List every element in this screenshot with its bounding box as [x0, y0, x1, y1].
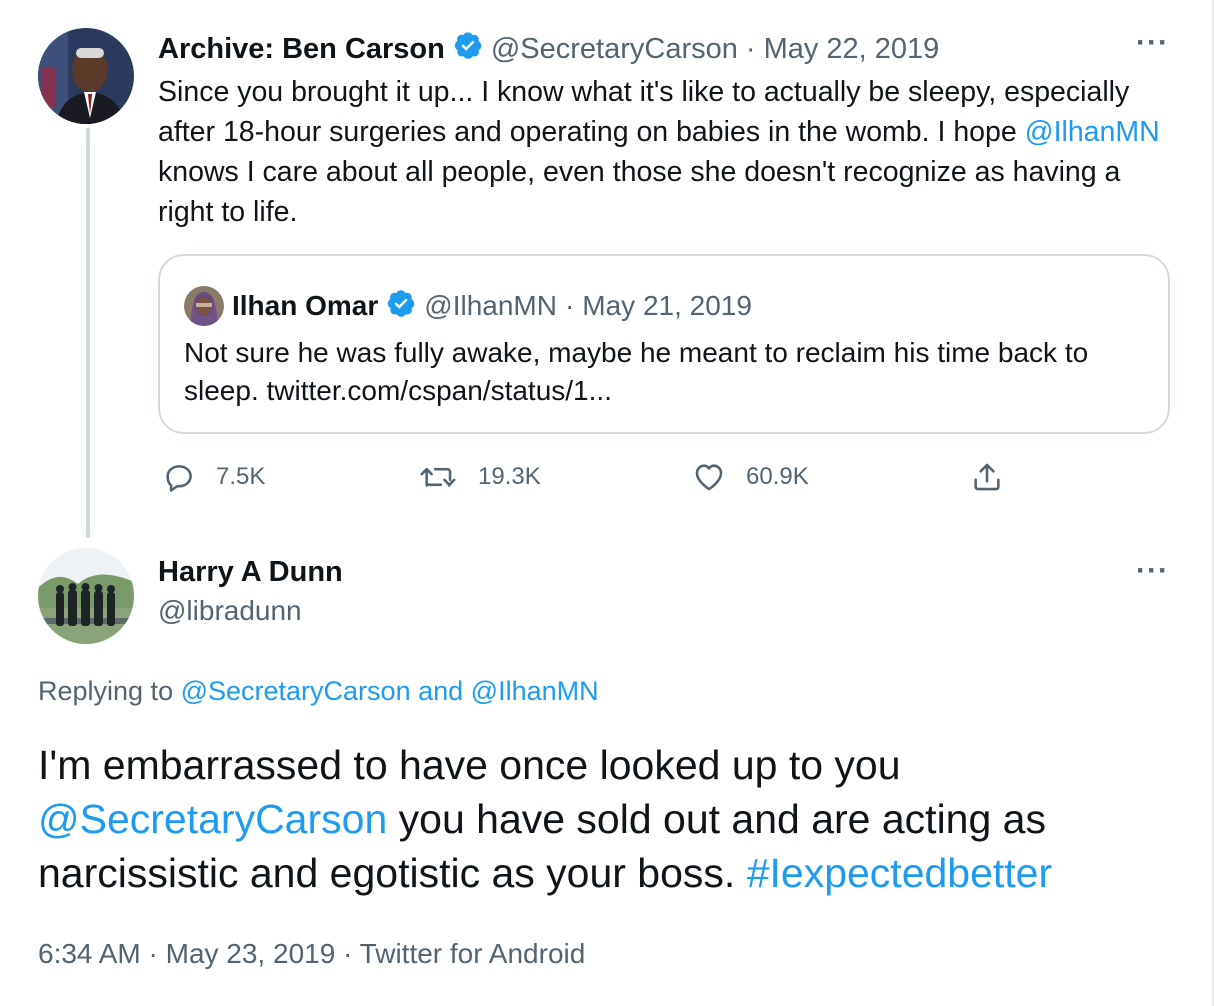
share-icon: [970, 460, 1004, 494]
avatar-harry-dunn[interactable]: [38, 548, 134, 644]
separator-dot: ·: [745, 32, 756, 65]
tweet-thread: Archive: Ben Carson @SecretaryCarson · M…: [0, 0, 1214, 1006]
like-button[interactable]: 60.9K: [692, 460, 809, 494]
quoted-tweet-text: Not sure he was fully awake, maybe he me…: [184, 337, 1089, 406]
more-icon[interactable]: ···: [1136, 554, 1169, 588]
replying-prefix: Replying to: [38, 676, 181, 706]
retweet-button[interactable]: 19.3K: [418, 460, 541, 494]
verified-badge-icon: [453, 30, 483, 68]
quoted-author-handle[interactable]: @IlhanMN: [424, 290, 557, 322]
reply-button[interactable]: 7.5K: [162, 460, 265, 494]
avatar-ilhan-omar: [184, 286, 224, 326]
mention-link[interactable]: @IlhanMN: [1025, 116, 1160, 148]
separator-dot: ·: [564, 290, 575, 321]
replying-and: and: [410, 676, 471, 706]
reply-tweet-text: I'm embarrassed to have once looked up t…: [38, 738, 1188, 900]
original-tweet-header: Archive: Ben Carson @SecretaryCarson · M…: [158, 30, 939, 68]
quoted-author-name[interactable]: Ilhan Omar: [232, 290, 378, 322]
replying-to-mention[interactable]: @SecretaryCarson: [181, 676, 411, 706]
author-name[interactable]: Archive: Ben Carson: [158, 33, 445, 66]
author-handle[interactable]: @SecretaryCarson: [491, 33, 738, 66]
quoted-tweet-date[interactable]: May 21, 2019: [582, 290, 752, 322]
like-count: 60.9K: [746, 463, 809, 490]
reply-tweet-header: Harry A Dunn @libradunn: [158, 556, 343, 627]
tweet-text-part: Since you brought it up... I know what i…: [158, 76, 1130, 148]
replying-to-line: Replying to @SecretaryCarson and @IlhanM…: [38, 676, 599, 707]
replying-to-mention[interactable]: @IlhanMN: [471, 676, 599, 706]
more-icon[interactable]: ···: [1136, 26, 1169, 60]
quoted-tweet-card[interactable]: Ilhan Omar @IlhanMN · May 21, 2019 Not s…: [158, 254, 1170, 434]
thread-connector-line: [86, 128, 90, 538]
tweet-date[interactable]: May 22, 2019: [764, 33, 940, 66]
hashtag-link[interactable]: #Iexpectedbetter: [747, 850, 1052, 896]
tweet-actions-bar: 7.5K 19.3K 60.9K: [158, 460, 1058, 500]
tweet-text-part: I'm embarrassed to have once looked up t…: [38, 742, 901, 788]
reply-author-name[interactable]: Harry A Dunn: [158, 556, 343, 589]
tweet-timestamp[interactable]: 6:34 AM · May 23, 2019 · Twitter for And…: [38, 938, 585, 970]
original-tweet-text: Since you brought it up... I know what i…: [158, 72, 1178, 232]
tweet-text-part: knows I care about all people, even thos…: [158, 156, 1121, 228]
share-button[interactable]: [970, 460, 1004, 494]
retweet-icon: [418, 460, 458, 494]
verified-badge-icon: [386, 288, 416, 325]
retweet-count: 19.3K: [478, 463, 541, 490]
quoted-tweet-header: Ilhan Omar @IlhanMN · May 21, 2019: [184, 286, 752, 326]
reply-author-handle[interactable]: @libradunn: [158, 595, 343, 627]
like-icon: [692, 460, 726, 494]
reply-count: 7.5K: [216, 463, 266, 490]
mention-link[interactable]: @SecretaryCarson: [38, 796, 387, 842]
reply-icon: [162, 460, 196, 494]
avatar-ben-carson[interactable]: [38, 28, 134, 124]
